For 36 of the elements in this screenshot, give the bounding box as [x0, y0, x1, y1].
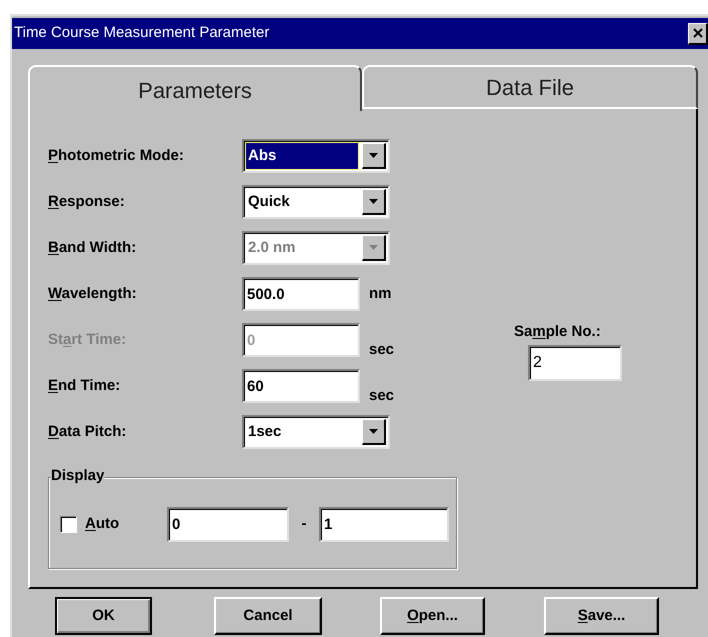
- unit-label: nm: [369, 284, 392, 304]
- field-label: Band Width:: [48, 238, 138, 258]
- dropdown[interactable]: Quick: [242, 185, 390, 219]
- field-label: Start Time:: [48, 330, 128, 350]
- checkbox[interactable]: [60, 516, 77, 533]
- close-icon: [692, 28, 702, 38]
- field-label: Data Pitch:: [48, 422, 128, 442]
- tab[interactable]: Parameters: [28, 65, 362, 111]
- range-separator: -: [300, 514, 308, 534]
- unit-label: sec: [369, 340, 394, 360]
- input-field[interactable]: 60: [242, 369, 360, 403]
- tab[interactable]: Data File: [362, 65, 698, 109]
- group-title: Display: [51, 467, 104, 485]
- dialog-button[interactable]: Save...: [544, 597, 659, 635]
- sample-number-field[interactable]: 2: [528, 344, 622, 380]
- unit-label: sec: [369, 386, 394, 406]
- dropdown-arrow-icon: [369, 199, 378, 204]
- close-button[interactable]: [688, 22, 708, 44]
- sample-number-label: Sample No.:: [514, 322, 601, 342]
- range-from-field[interactable]: 0: [167, 507, 289, 542]
- field-label: Wavelength:: [48, 284, 138, 304]
- input-field[interactable]: 500.0: [242, 277, 360, 311]
- dropdown-arrow-icon: [369, 429, 378, 434]
- dropdown-arrow-icon: [369, 245, 378, 250]
- range-to-field[interactable]: 1: [319, 507, 449, 542]
- field-label: Response:: [48, 192, 126, 212]
- dropdown[interactable]: Abs: [242, 139, 390, 173]
- checkbox-label[interactable]: Auto: [85, 513, 167, 536]
- dropdown-arrow-icon: [369, 153, 378, 158]
- field-label: Photometric Mode:: [48, 146, 185, 166]
- window-title: Time Course Measurement Parameter: [14, 23, 270, 44]
- dropdown[interactable]: 1sec: [242, 415, 390, 449]
- field-label: End Time:: [48, 376, 122, 396]
- dialog-button[interactable]: Cancel: [214, 597, 322, 635]
- dialog-button[interactable]: OK: [55, 597, 152, 635]
- dialog-button[interactable]: Open...: [380, 597, 485, 635]
